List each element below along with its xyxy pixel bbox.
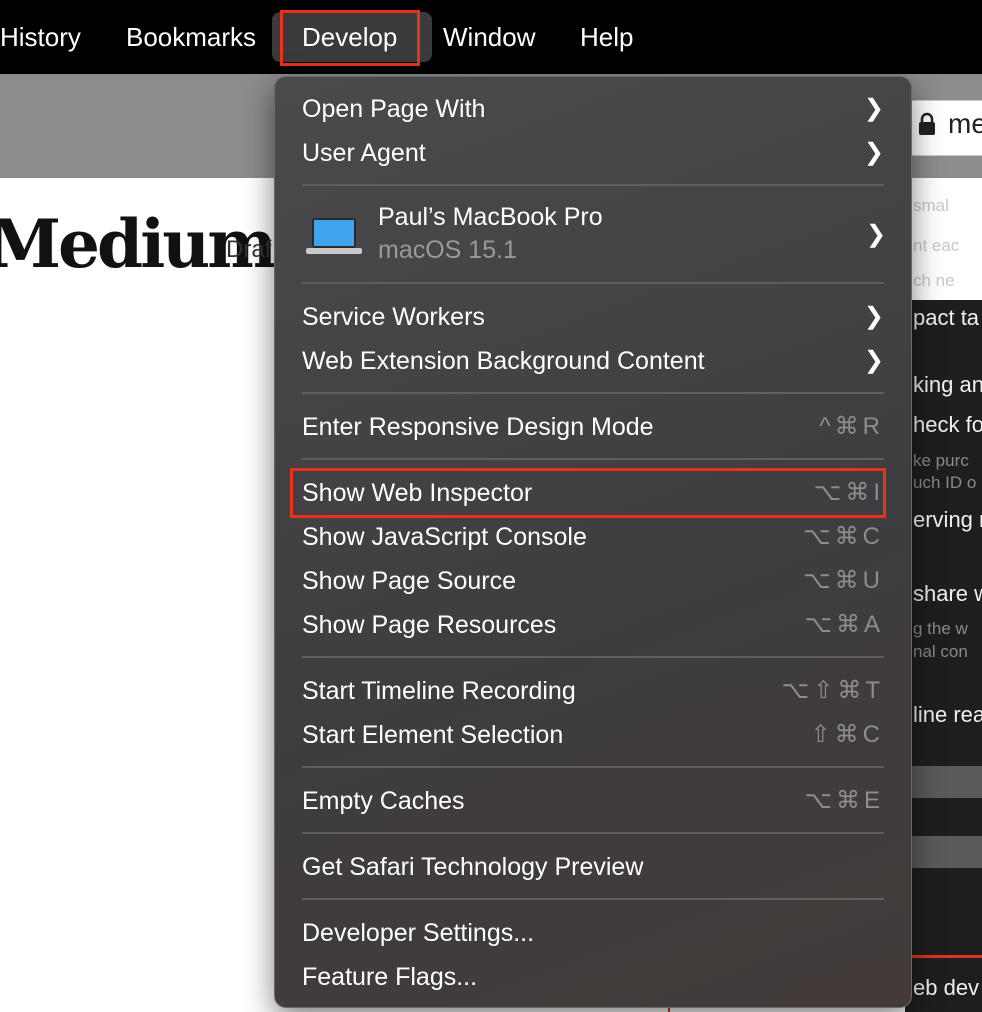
peek-accent-line — [905, 955, 982, 958]
menu-item-label: Enter Responsive Design Mode — [302, 413, 654, 441]
menu-separator — [302, 282, 884, 284]
menu-item-web-extension-bg[interactable]: Web Extension Background Content ❯ — [302, 339, 892, 383]
menu-item-label: Start Element Selection — [302, 721, 564, 749]
shortcut-text: ⇧⌘C — [810, 721, 884, 748]
menu-item-page-source[interactable]: Show Page Source ⌥⌘U — [302, 559, 892, 603]
menu-item-timeline-recording[interactable]: Start Timeline Recording ⌥⇧⌘T — [302, 669, 892, 713]
menu-item-empty-caches[interactable]: Empty Caches ⌥⌘E — [302, 779, 892, 823]
menu-separator — [302, 184, 884, 186]
peek-text: nal con — [913, 642, 968, 661]
peek-bar — [905, 836, 982, 868]
peek-text: eb dev — [913, 975, 980, 1000]
peek-text: nt eac — [913, 236, 960, 255]
peek-text: ke purc — [913, 451, 969, 470]
menu-bar: History Bookmarks Develop Window Help — [0, 0, 982, 74]
menu-separator — [302, 458, 884, 460]
menu-item-user-agent[interactable]: User Agent ❯ — [302, 131, 892, 175]
peek-text: heck fo — [913, 412, 982, 437]
peek-text: ch ne — [913, 271, 955, 290]
menu-item-open-page-with[interactable]: Open Page With ❯ — [302, 87, 892, 131]
lock-icon — [918, 112, 936, 143]
menu-item-page-resources[interactable]: Show Page Resources ⌥⌘A — [302, 603, 892, 647]
menu-item-label: Developer Settings... — [302, 919, 535, 947]
peek-text: king an — [913, 372, 982, 397]
chevron-right-icon: ❯ — [863, 303, 884, 330]
chevron-right-icon: ❯ — [866, 221, 887, 248]
page-content-left — [0, 178, 276, 1012]
chevron-right-icon: ❯ — [863, 347, 884, 374]
menu-bookmarks[interactable]: Bookmarks — [126, 0, 256, 74]
menu-separator — [302, 898, 884, 900]
peek-text: g the w — [913, 619, 968, 638]
device-os: macOS 15.1 — [378, 236, 517, 264]
menu-item-service-workers[interactable]: Service Workers ❯ — [302, 295, 892, 339]
peek-text: smal — [913, 196, 949, 215]
shortcut-text: ⌥⇧⌘T — [781, 677, 884, 704]
shortcut-text: ⌥⌘C — [803, 523, 884, 550]
chevron-right-icon: ❯ — [863, 139, 884, 166]
menu-item-label: Show JavaScript Console — [302, 523, 587, 551]
menu-history[interactable]: History — [0, 0, 81, 74]
menu-item-label: Feature Flags... — [302, 963, 478, 991]
menu-item-js-console[interactable]: Show JavaScript Console ⌥⌘C — [302, 515, 892, 559]
menu-item-label: Get Safari Technology Preview — [302, 853, 644, 881]
develop-highlight-box — [280, 10, 420, 66]
peek-text: pact ta — [913, 305, 980, 330]
laptop-icon — [306, 216, 362, 256]
shortcut-text: ⌥⌘A — [804, 611, 884, 638]
menu-separator — [302, 832, 884, 834]
peek-text: share w — [913, 581, 982, 606]
device-name: Paul’s MacBook Pro — [378, 203, 603, 231]
menu-item-tech-preview[interactable]: Get Safari Technology Preview — [302, 845, 892, 889]
menu-separator — [302, 656, 884, 658]
menu-item-developer-settings[interactable]: Developer Settings... — [302, 911, 892, 955]
peek-bar — [905, 766, 982, 798]
menu-item-element-selection[interactable]: Start Element Selection ⇧⌘C — [302, 713, 892, 757]
shortcut-text: ^⌘R — [819, 413, 884, 440]
shortcut-text: ⌥⌘U — [803, 567, 884, 594]
menu-item-label: Show Page Source — [302, 567, 517, 595]
menu-separator — [302, 766, 884, 768]
shortcut-text: ⌥⌘E — [804, 787, 884, 814]
menu-item-label: Open Page With — [302, 95, 486, 123]
peek-text: uch ID o — [913, 473, 977, 492]
menu-item-label: Empty Caches — [302, 787, 465, 815]
menu-item-responsive-design[interactable]: Enter Responsive Design Mode ^⌘R — [302, 405, 892, 449]
menu-item-label: Show Page Resources — [302, 611, 557, 639]
draft-label: Draf — [226, 236, 272, 263]
chevron-right-icon: ❯ — [863, 95, 884, 122]
menu-help[interactable]: Help — [580, 0, 633, 74]
menu-window[interactable]: Window — [443, 0, 535, 74]
peek-text: line rea — [913, 702, 982, 727]
peek-text: erving n — [913, 507, 982, 532]
web-inspector-highlight-box — [290, 468, 886, 518]
menu-item-label: Start Timeline Recording — [302, 677, 576, 705]
menu-item-label: User Agent — [302, 139, 426, 167]
menu-item-label: Service Workers — [302, 303, 485, 331]
menu-item-label: Web Extension Background Content — [302, 347, 705, 375]
address-text: me — [948, 108, 982, 139]
menu-item-feature-flags[interactable]: Feature Flags... — [302, 955, 892, 999]
menu-separator — [302, 392, 884, 394]
